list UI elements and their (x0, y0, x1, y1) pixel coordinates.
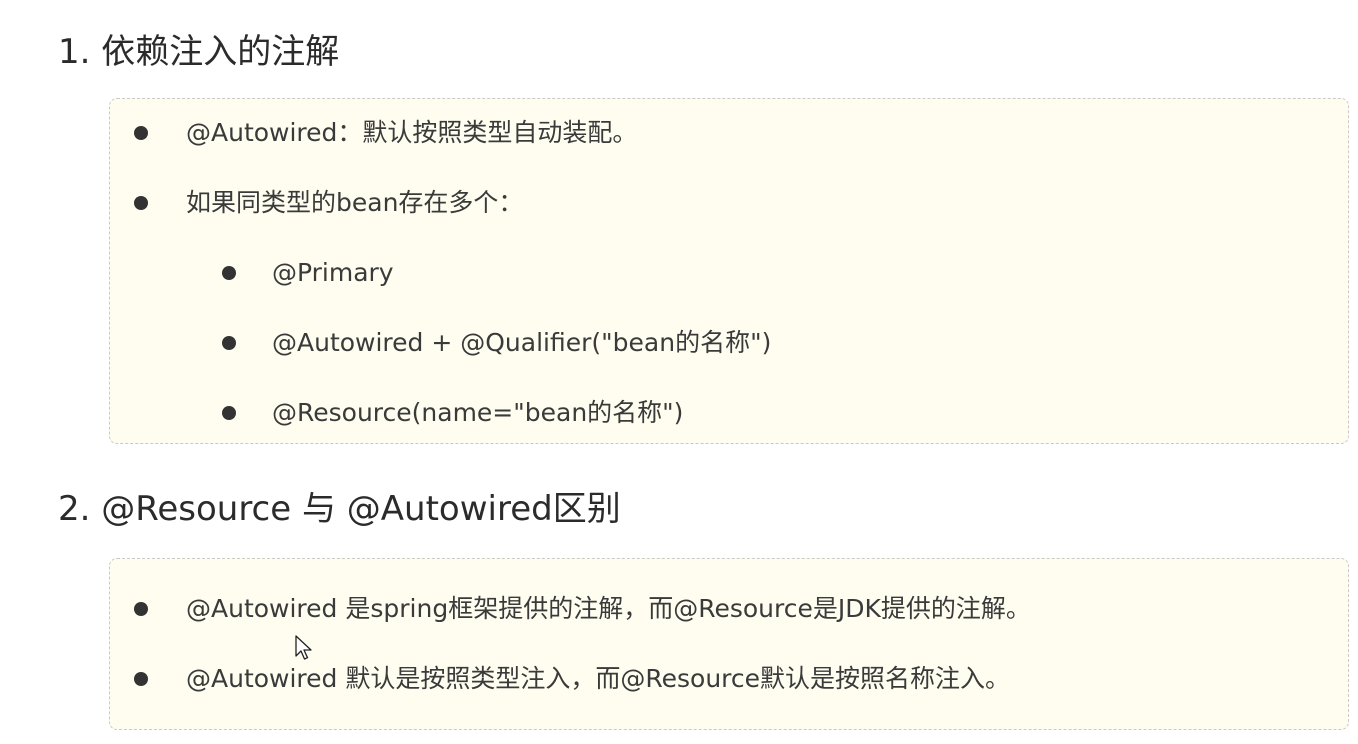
sub-list-item: @Primary (222, 257, 394, 289)
sub-list-item-text: @Primary (272, 258, 394, 287)
section-1-title: 1. 依赖注入的注解 (58, 32, 340, 72)
list-item-text: 如果同类型的bean存在多个： (186, 188, 524, 217)
bullet-icon (222, 266, 236, 280)
list-item-text: @Autowired 是spring框架提供的注解，而@Resource是JDK… (186, 594, 1031, 623)
bullet-icon (134, 196, 148, 210)
list-item: @Autowired 默认是按照类型注入，而@Resource默认是按照名称注入… (134, 663, 1010, 695)
bullet-icon (134, 126, 148, 140)
sub-list-item: @Resource(name="bean的名称") (222, 397, 683, 429)
bullet-icon (222, 336, 236, 350)
bullet-icon (134, 672, 148, 686)
section-2-title: 2. @Resource 与 @Autowired区别 (58, 489, 621, 529)
sub-list-item-text: @Resource(name="bean的名称") (272, 398, 684, 427)
bullet-icon (134, 602, 148, 616)
sub-list-item: @Autowired + @Qualifier("bean的名称") (222, 327, 771, 359)
mouse-pointer-icon (295, 635, 312, 660)
list-item-text: @Autowired 默认是按照类型注入，而@Resource默认是按照名称注入… (186, 664, 1011, 693)
list-item: 如果同类型的bean存在多个： (134, 187, 523, 219)
list-item: @Autowired：默认按照类型自动装配。 (134, 117, 637, 149)
list-item: @Autowired 是spring框架提供的注解，而@Resource是JDK… (134, 593, 1031, 625)
section-1-box: @Autowired：默认按照类型自动装配。 如果同类型的bean存在多个： @… (109, 98, 1349, 444)
list-item-text: @Autowired：默认按照类型自动装配。 (186, 118, 638, 147)
sub-list-item-text: @Autowired + @Qualifier("bean的名称") (272, 328, 772, 357)
bullet-icon (222, 406, 236, 420)
